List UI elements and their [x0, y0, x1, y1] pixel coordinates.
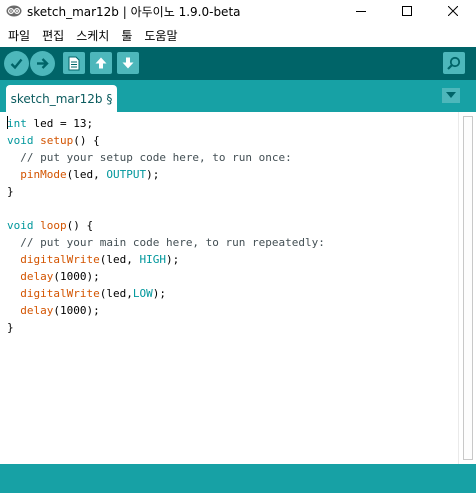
menu-help[interactable]: 도움말 — [138, 27, 183, 44]
minimize-icon[interactable] — [338, 0, 384, 22]
tab-label: sketch_mar12b § — [10, 91, 113, 106]
code-token-kw-fn: digitalWrite — [20, 287, 100, 300]
code-token-kw-fn: delay — [20, 270, 54, 283]
code-line: delay(1000); — [7, 302, 325, 319]
open-button[interactable] — [90, 52, 112, 74]
arrow-right-icon — [37, 58, 49, 69]
code-token-kw-type: int — [7, 117, 27, 130]
arduino-logo-icon — [6, 3, 22, 19]
close-icon[interactable] — [430, 0, 476, 22]
verify-button[interactable] — [4, 51, 29, 76]
code-token: (led, — [99, 287, 133, 300]
menu-bar: 파일 편집 스케치 툴 도움말 — [0, 24, 476, 46]
maximize-icon[interactable] — [384, 0, 430, 22]
arrow-up-icon — [95, 57, 107, 69]
code-token-kw-type: void — [7, 219, 34, 232]
triangle-down-icon — [446, 92, 456, 98]
code-token: } — [7, 185, 14, 198]
code-token-kw-type: void — [7, 134, 34, 147]
tab-menu-button[interactable] — [442, 88, 460, 103]
code-token-kw-fn: pinMode — [20, 168, 67, 181]
window-title: sketch_mar12b | 아두이노 1.9.0-beta — [27, 4, 241, 19]
code-token-kw-fn: setup — [40, 134, 74, 147]
arrow-down-icon — [122, 57, 134, 69]
title-bar: sketch_mar12b | 아두이노 1.9.0-beta — [0, 0, 476, 22]
vertical-scrollbar[interactable] — [458, 112, 476, 464]
code-token: (1000); — [53, 270, 100, 283]
checkmark-icon — [10, 58, 23, 70]
code-token: () { — [66, 219, 94, 232]
code-token-kw-fn: digitalWrite — [20, 253, 100, 266]
code-line: void loop() { — [7, 217, 325, 234]
window-controls — [338, 0, 476, 22]
code-token-kw-const: OUTPUT — [106, 168, 147, 181]
code-token: ); — [165, 253, 180, 266]
menu-file[interactable]: 파일 — [2, 27, 36, 44]
save-button[interactable] — [117, 52, 139, 74]
code-token-kw-fn: delay — [20, 304, 54, 317]
code-token: led = 13; — [26, 117, 94, 130]
status-bar — [0, 464, 476, 493]
tab-strip: sketch_mar12b § — [0, 80, 476, 112]
code-token-kw-const: HIGH — [139, 253, 166, 266]
code-line: pinMode(led, OUTPUT); — [7, 166, 325, 183]
code-token: (1000); — [53, 304, 100, 317]
code-token: ); — [152, 287, 166, 300]
upload-button[interactable] — [30, 51, 55, 76]
code-token-cmt: // put your main code here, to run repea… — [20, 236, 325, 249]
document-icon — [68, 56, 80, 70]
scrollbar-thumb[interactable] — [463, 116, 473, 460]
code-line: int led = 13; — [7, 115, 325, 132]
code-token: } — [7, 321, 14, 334]
code-token: (led, — [99, 253, 140, 266]
code-token: (led, — [66, 168, 107, 181]
code-line: // put your setup code here, to run once… — [7, 149, 325, 166]
code-token: ); — [146, 168, 160, 181]
code-line: digitalWrite(led,LOW); — [7, 285, 325, 302]
menu-edit[interactable]: 편집 — [36, 27, 70, 44]
tab-sketch[interactable]: sketch_mar12b § — [6, 85, 117, 112]
code-token-kw-fn: loop — [40, 219, 67, 232]
magnifier-icon — [447, 56, 461, 70]
menu-sketch[interactable]: 스케치 — [70, 27, 115, 44]
code-token-kw-const: LOW — [132, 287, 153, 300]
code-line: digitalWrite(led, HIGH); — [7, 251, 325, 268]
code-line: void setup() { — [7, 132, 325, 149]
code-line: } — [7, 319, 325, 336]
toolbar — [0, 47, 476, 80]
code-line: // put your main code here, to run repea… — [7, 234, 325, 251]
code-line: } — [7, 183, 325, 200]
new-button[interactable] — [63, 52, 85, 74]
code-token: () { — [73, 134, 100, 147]
code-line: delay(1000); — [7, 268, 325, 285]
code-token-cmt: // put your setup code here, to run once… — [20, 151, 292, 164]
code-text[interactable]: int led = 13; void setup() { // put your … — [7, 115, 325, 336]
menu-tools[interactable]: 툴 — [115, 27, 138, 44]
code-editor[interactable]: int led = 13; void setup() { // put your … — [0, 112, 476, 464]
serial-monitor-button[interactable] — [443, 52, 465, 74]
